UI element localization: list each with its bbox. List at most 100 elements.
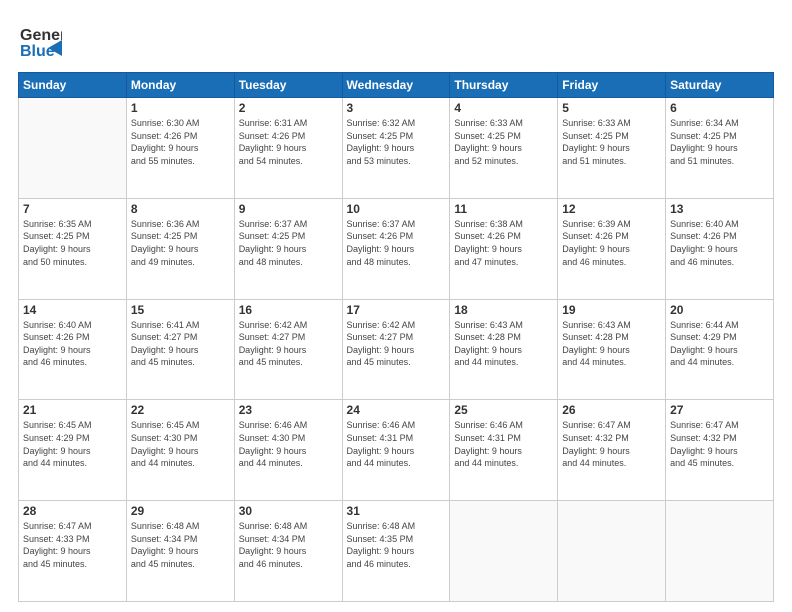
calendar-cell bbox=[450, 501, 558, 602]
day-info: Sunrise: 6:47 AMSunset: 4:33 PMDaylight:… bbox=[23, 520, 122, 570]
day-info: Sunrise: 6:32 AMSunset: 4:25 PMDaylight:… bbox=[347, 117, 446, 167]
calendar-cell: 11 Sunrise: 6:38 AMSunset: 4:26 PMDayligh… bbox=[450, 198, 558, 299]
calendar-cell: 22 Sunrise: 6:45 AMSunset: 4:30 PMDayligh… bbox=[126, 400, 234, 501]
day-info: Sunrise: 6:47 AMSunset: 4:32 PMDaylight:… bbox=[670, 419, 769, 469]
day-number: 11 bbox=[454, 202, 553, 216]
day-number: 24 bbox=[347, 403, 446, 417]
calendar-cell: 12 Sunrise: 6:39 AMSunset: 4:26 PMDayligh… bbox=[558, 198, 666, 299]
day-number: 8 bbox=[131, 202, 230, 216]
svg-text:General: General bbox=[20, 27, 62, 44]
calendar-cell: 20 Sunrise: 6:44 AMSunset: 4:29 PMDayligh… bbox=[666, 299, 774, 400]
day-info: Sunrise: 6:42 AMSunset: 4:27 PMDaylight:… bbox=[239, 319, 338, 369]
day-info: Sunrise: 6:48 AMSunset: 4:35 PMDaylight:… bbox=[347, 520, 446, 570]
day-info: Sunrise: 6:33 AMSunset: 4:25 PMDaylight:… bbox=[562, 117, 661, 167]
calendar-cell: 26 Sunrise: 6:47 AMSunset: 4:32 PMDayligh… bbox=[558, 400, 666, 501]
day-info: Sunrise: 6:35 AMSunset: 4:25 PMDaylight:… bbox=[23, 218, 122, 268]
day-number: 12 bbox=[562, 202, 661, 216]
day-number: 31 bbox=[347, 504, 446, 518]
day-number: 17 bbox=[347, 303, 446, 317]
day-info: Sunrise: 6:45 AMSunset: 4:29 PMDaylight:… bbox=[23, 419, 122, 469]
day-number: 26 bbox=[562, 403, 661, 417]
calendar-cell bbox=[558, 501, 666, 602]
calendar-cell bbox=[666, 501, 774, 602]
calendar-cell: 9Sunrise: 6:37 AMSunset: 4:25 PMDaylight… bbox=[234, 198, 342, 299]
day-number: 16 bbox=[239, 303, 338, 317]
day-number: 2 bbox=[239, 101, 338, 115]
day-info: Sunrise: 6:41 AMSunset: 4:27 PMDaylight:… bbox=[131, 319, 230, 369]
calendar-cell: 2Sunrise: 6:31 AMSunset: 4:26 PMDaylight… bbox=[234, 98, 342, 199]
day-info: Sunrise: 6:45 AMSunset: 4:30 PMDaylight:… bbox=[131, 419, 230, 469]
calendar-cell: 29Sunrise: 6:48 AMSunset: 4:34 PMDayligh… bbox=[126, 501, 234, 602]
day-number: 20 bbox=[670, 303, 769, 317]
day-number: 9 bbox=[239, 202, 338, 216]
dow-friday: Friday bbox=[558, 73, 666, 98]
page: General Blue SundayMondayTuesdayWednesda… bbox=[0, 0, 792, 612]
day-info: Sunrise: 6:39 AMSunset: 4:26 PMDaylight:… bbox=[562, 218, 661, 268]
day-info: Sunrise: 6:47 AMSunset: 4:32 PMDaylight:… bbox=[562, 419, 661, 469]
calendar-cell: 4Sunrise: 6:33 AMSunset: 4:25 PMDaylight… bbox=[450, 98, 558, 199]
day-info: Sunrise: 6:43 AMSunset: 4:28 PMDaylight:… bbox=[454, 319, 553, 369]
calendar-cell: 21 Sunrise: 6:45 AMSunset: 4:29 PMDayligh… bbox=[19, 400, 127, 501]
day-info: Sunrise: 6:30 AMSunset: 4:26 PMDaylight:… bbox=[131, 117, 230, 167]
svg-text:Blue: Blue bbox=[20, 43, 55, 60]
day-number: 7 bbox=[23, 202, 122, 216]
calendar-table: SundayMondayTuesdayWednesdayThursdayFrid… bbox=[18, 72, 774, 602]
day-info: Sunrise: 6:34 AMSunset: 4:25 PMDaylight:… bbox=[670, 117, 769, 167]
day-number: 1 bbox=[131, 101, 230, 115]
day-number: 27 bbox=[670, 403, 769, 417]
calendar-cell: 25 Sunrise: 6:46 AMSunset: 4:31 PMDayligh… bbox=[450, 400, 558, 501]
day-number: 14 bbox=[23, 303, 122, 317]
calendar-cell: 28 Sunrise: 6:47 AMSunset: 4:33 PMDayligh… bbox=[19, 501, 127, 602]
calendar-cell: 14Sunrise: 6:40 AMSunset: 4:26 PMDayligh… bbox=[19, 299, 127, 400]
logo: General Blue bbox=[18, 18, 62, 62]
day-number: 21 bbox=[23, 403, 122, 417]
dow-sunday: Sunday bbox=[19, 73, 127, 98]
calendar-cell: 15 Sunrise: 6:41 AMSunset: 4:27 PMDayligh… bbox=[126, 299, 234, 400]
calendar-cell: 5 Sunrise: 6:33 AMSunset: 4:25 PMDaylight… bbox=[558, 98, 666, 199]
calendar-cell: 16 Sunrise: 6:42 AMSunset: 4:27 PMDayligh… bbox=[234, 299, 342, 400]
day-info: Sunrise: 6:42 AMSunset: 4:27 PMDaylight:… bbox=[347, 319, 446, 369]
calendar-cell: 7 Sunrise: 6:35 AMSunset: 4:25 PMDaylight… bbox=[19, 198, 127, 299]
day-number: 10 bbox=[347, 202, 446, 216]
calendar-cell: 1 Sunrise: 6:30 AMSunset: 4:26 PMDaylight… bbox=[126, 98, 234, 199]
day-info: Sunrise: 6:38 AMSunset: 4:26 PMDaylight:… bbox=[454, 218, 553, 268]
calendar-cell: 13 Sunrise: 6:40 AMSunset: 4:26 PMDayligh… bbox=[666, 198, 774, 299]
calendar-cell bbox=[19, 98, 127, 199]
calendar-cell: 24Sunrise: 6:46 AMSunset: 4:31 PMDayligh… bbox=[342, 400, 450, 501]
day-info: Sunrise: 6:37 AMSunset: 4:26 PMDaylight:… bbox=[347, 218, 446, 268]
calendar-cell: 27 Sunrise: 6:47 AMSunset: 4:32 PMDayligh… bbox=[666, 400, 774, 501]
day-info: Sunrise: 6:40 AMSunset: 4:26 PMDaylight:… bbox=[670, 218, 769, 268]
day-number: 3 bbox=[347, 101, 446, 115]
calendar-cell: 23Sunrise: 6:46 AMSunset: 4:30 PMDayligh… bbox=[234, 400, 342, 501]
day-number: 28 bbox=[23, 504, 122, 518]
day-number: 18 bbox=[454, 303, 553, 317]
day-info: Sunrise: 6:43 AMSunset: 4:28 PMDaylight:… bbox=[562, 319, 661, 369]
day-number: 13 bbox=[670, 202, 769, 216]
calendar-cell: 10 Sunrise: 6:37 AMSunset: 4:26 PMDayligh… bbox=[342, 198, 450, 299]
logo-icon: General Blue bbox=[18, 18, 62, 62]
day-number: 30 bbox=[239, 504, 338, 518]
dow-thursday: Thursday bbox=[450, 73, 558, 98]
day-info: Sunrise: 6:46 AMSunset: 4:30 PMDaylight:… bbox=[239, 419, 338, 469]
dow-tuesday: Tuesday bbox=[234, 73, 342, 98]
day-number: 22 bbox=[131, 403, 230, 417]
calendar-cell: 31 Sunrise: 6:48 AMSunset: 4:35 PMDayligh… bbox=[342, 501, 450, 602]
header: General Blue bbox=[18, 18, 774, 62]
day-number: 5 bbox=[562, 101, 661, 115]
calendar-cell: 17 Sunrise: 6:42 AMSunset: 4:27 PMDayligh… bbox=[342, 299, 450, 400]
calendar-cell: 19 Sunrise: 6:43 AMSunset: 4:28 PMDayligh… bbox=[558, 299, 666, 400]
day-info: Sunrise: 6:46 AMSunset: 4:31 PMDaylight:… bbox=[454, 419, 553, 469]
day-number: 19 bbox=[562, 303, 661, 317]
calendar-cell: 8 Sunrise: 6:36 AMSunset: 4:25 PMDaylight… bbox=[126, 198, 234, 299]
day-number: 15 bbox=[131, 303, 230, 317]
day-info: Sunrise: 6:36 AMSunset: 4:25 PMDaylight:… bbox=[131, 218, 230, 268]
calendar-cell: 6 Sunrise: 6:34 AMSunset: 4:25 PMDaylight… bbox=[666, 98, 774, 199]
dow-monday: Monday bbox=[126, 73, 234, 98]
dow-saturday: Saturday bbox=[666, 73, 774, 98]
dow-wednesday: Wednesday bbox=[342, 73, 450, 98]
day-number: 25 bbox=[454, 403, 553, 417]
day-number: 6 bbox=[670, 101, 769, 115]
calendar-cell: 30Sunrise: 6:48 AMSunset: 4:34 PMDayligh… bbox=[234, 501, 342, 602]
day-info: Sunrise: 6:44 AMSunset: 4:29 PMDaylight:… bbox=[670, 319, 769, 369]
calendar-cell: 18 Sunrise: 6:43 AMSunset: 4:28 PMDayligh… bbox=[450, 299, 558, 400]
